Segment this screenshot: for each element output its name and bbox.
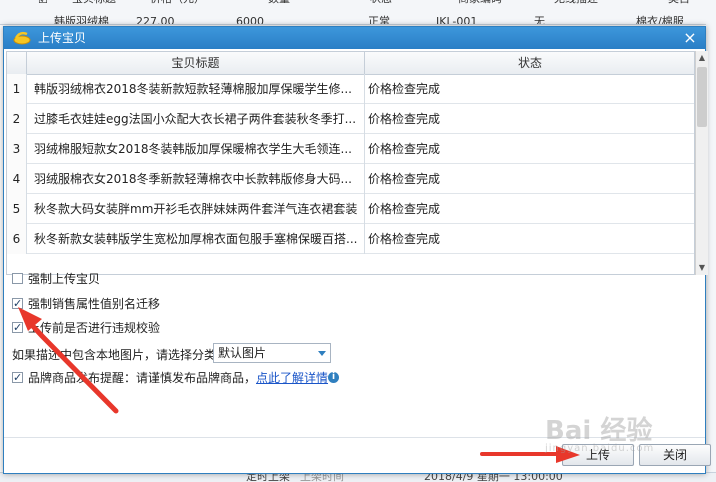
row-number: 1 <box>7 74 27 104</box>
bg-header-cell: 无线描述 <box>554 0 598 15</box>
bg-row-cell: 正常 <box>368 15 390 25</box>
image-category-value: 默认图片 <box>218 346 267 360</box>
force-upload-option[interactable]: 强制上传宝贝 <box>12 270 100 288</box>
row-number: 5 <box>7 194 27 224</box>
header-rownum <box>7 52 27 74</box>
scrollbar-thumb[interactable] <box>697 67 707 127</box>
brand-notice-label: 品牌商品发布提醒：请谨慎发布品牌商品， <box>28 371 257 385</box>
brand-notice-option[interactable]: 品牌商品发布提醒：请谨慎发布品牌商品，点此了解详情i <box>12 369 340 387</box>
chevron-down-icon[interactable] <box>318 351 326 356</box>
row-title: 羽绒服棉衣女2018冬季新款轻薄棉衣中长款韩版修身大码... <box>27 164 365 194</box>
bg-row-cell: 韩版羽绒棉 <box>54 15 109 25</box>
bg-header-cell: 商家编码 <box>458 0 502 15</box>
watermark-subtext: jingyan.baidu.com <box>545 443 655 454</box>
check-violation-option[interactable]: 上传前是否进行违规校验 <box>12 319 160 337</box>
background-table-strip: ☑ 宝贝标题 价格（元） 数量 状态 商家编码 无线描述 类目 韩版羽绒棉 22… <box>0 0 716 25</box>
table-row[interactable]: 2 过膝毛衣娃娃egg法国小众配大衣长裙子两件套装秋冬季打... 价格检查完成 <box>7 104 694 134</box>
bg-header-cell: 数量 <box>268 0 290 15</box>
bg-row-cell: 无 <box>534 15 545 25</box>
upload-dialog: 上传宝贝 × 宝贝标题 状态 1 韩版羽绒棉衣2018冬装新款短款轻薄棉服加厚保… <box>3 26 711 474</box>
check-violation-checkbox[interactable] <box>12 319 23 337</box>
bg-row-cell: JKL-001 <box>436 15 478 25</box>
bg-row-cell: 6000 <box>236 15 264 25</box>
brand-details-link[interactable]: 点此了解详情 <box>256 371 328 385</box>
table-row[interactable]: 3 羽绒棉服短款女2018冬装韩版加厚保暖棉衣学生大毛领连... 价格检查完成 <box>7 134 694 164</box>
table-row[interactable]: 4 羽绒服棉衣女2018冬季新款轻薄棉衣中长款韩版修身大码... 价格检查完成 <box>7 164 694 194</box>
force-upload-checkbox[interactable] <box>12 273 23 284</box>
row-number: 3 <box>7 134 27 164</box>
row-title: 秋冬新款女装韩版学生宽松加厚棉衣面包服手塞棉保暖百搭... <box>27 224 365 254</box>
force-sale-alias-option[interactable]: 强制销售属性值别名迁移 <box>12 295 160 313</box>
row-number: 4 <box>7 164 27 194</box>
row-status: 价格检查完成 <box>368 82 441 96</box>
table-row[interactable]: 6 秋冬新款女装韩版学生宽松加厚棉衣面包服手塞棉保暖百搭... 价格检查完成 <box>7 224 694 254</box>
dialog-titlebar[interactable]: 上传宝贝 × <box>4 27 705 49</box>
row-title: 秋冬款大码女装胖mm开衫毛衣胖妹妹两件套洋气连衣裙套装 <box>27 194 365 224</box>
scroll-up-icon[interactable]: ▲ <box>696 51 708 65</box>
row-status: 价格检查完成 <box>368 202 441 216</box>
row-status: 价格检查完成 <box>368 232 441 246</box>
dialog-title: 上传宝贝 <box>38 31 87 45</box>
bg-header-cell: 宝贝标题 <box>72 0 116 15</box>
force-sale-alias-label: 强制销售属性值别名迁移 <box>28 297 161 311</box>
brand-notice-checkbox[interactable] <box>12 369 23 387</box>
baidu-jingyan-watermark: Bai 经验 jingyan.baidu.com <box>545 410 654 454</box>
row-title: 羽绒棉服短款女2018冬装韩版加厚保暖棉衣学生大毛领连... <box>27 134 365 164</box>
close-icon[interactable]: × <box>681 29 699 47</box>
table-row[interactable]: 5 秋冬款大码女装胖mm开衫毛衣胖妹妹两件套洋气连衣裙套装 价格检查完成 <box>7 194 694 224</box>
column-header-status[interactable]: 状态 <box>365 52 694 74</box>
column-header-title[interactable]: 宝贝标题 <box>27 52 365 74</box>
row-number: 6 <box>7 224 27 254</box>
bg-header-cell: 类目 <box>668 0 690 15</box>
force-upload-label: 强制上传宝贝 <box>28 272 101 286</box>
table-row[interactable]: 1 韩版羽绒棉衣2018冬装新款短款轻薄棉服加厚保暖学生修... 价格检查完成 <box>7 74 694 104</box>
row-status: 价格检查完成 <box>368 112 441 126</box>
app-logo-icon <box>12 30 32 46</box>
bg-row-checkbox-icon: ☑ <box>38 0 48 16</box>
table-scrollbar[interactable]: ▲ ▼ <box>695 51 708 275</box>
upload-item-table: 宝贝标题 状态 1 韩版羽绒棉衣2018冬装新款短款轻薄棉服加厚保暖学生修...… <box>6 51 695 275</box>
info-icon[interactable]: i <box>328 372 340 383</box>
check-violation-label: 上传前是否进行违规校验 <box>28 321 161 335</box>
bg-row-cell: 227.00 <box>136 15 175 25</box>
table-header: 宝贝标题 状态 <box>7 52 694 75</box>
force-sale-alias-checkbox[interactable] <box>12 295 23 313</box>
row-number: 2 <box>7 104 27 134</box>
bg-row-cell: 棉衣/棉服 <box>636 15 684 25</box>
row-status: 价格检查完成 <box>368 142 441 156</box>
image-category-select[interactable]: 默认图片 <box>213 343 331 363</box>
bg-header-cell: 价格（元） <box>150 0 205 15</box>
bg-header-cell: 状态 <box>370 0 392 15</box>
row-status: 价格检查完成 <box>368 172 441 186</box>
watermark-text: Bai 经验 <box>545 416 653 446</box>
row-title: 过膝毛衣娃娃egg法国小众配大衣长裙子两件套装秋冬季打... <box>27 104 365 134</box>
category-label: 如果描述中包含本地图片，请选择分类 <box>12 348 217 362</box>
row-title: 韩版羽绒棉衣2018冬装新款短款轻薄棉服加厚保暖学生修... <box>27 74 365 104</box>
scroll-down-icon[interactable]: ▼ <box>696 261 708 275</box>
